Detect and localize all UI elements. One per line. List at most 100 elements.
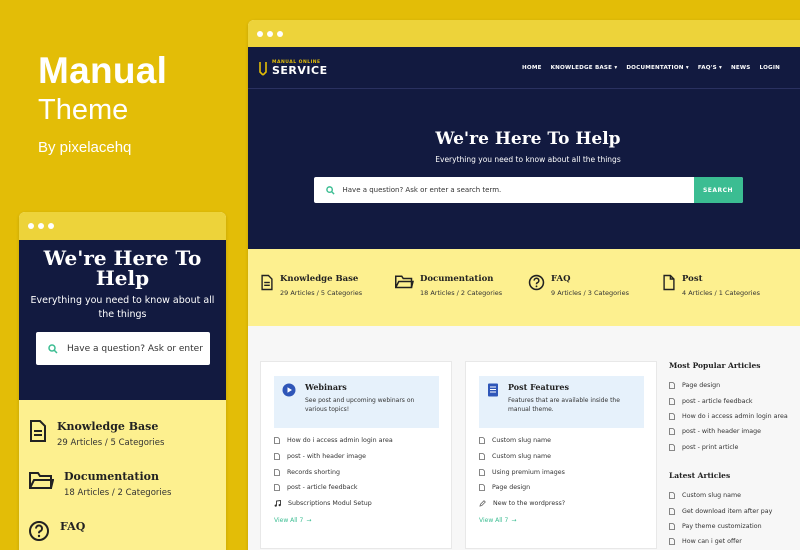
mobile-category-documentation[interactable]: Documentation 18 Articles / 2 Categories [28, 470, 226, 498]
nav-item-login[interactable]: LOGIN [760, 65, 780, 71]
arrow-right-icon: → [306, 517, 312, 525]
card-post-features: Post Features Features that are availabl… [465, 361, 657, 549]
document-icon [274, 468, 280, 476]
mobile-window-bar [19, 212, 226, 240]
list-item[interactable]: post - article feedback [669, 393, 800, 408]
brand-subtitle: Theme [38, 94, 129, 126]
list-item[interactable]: Pay theme customization [669, 519, 800, 534]
latest-articles-heading: Latest Articles [669, 470, 731, 480]
arrow-right-icon: → [511, 517, 517, 525]
category-stats: 29 Articles / 5 Categories [57, 438, 165, 448]
list-item[interactable]: How do i access admin login area [669, 409, 800, 424]
mobile-preview: We're Here To Help Everything you need t… [19, 212, 226, 550]
question-icon [29, 521, 49, 541]
category-title: Knowledge Base [57, 420, 159, 433]
list-item[interactable]: Custom slug name [479, 433, 644, 449]
list-item[interactable]: How can i get offer [669, 534, 800, 549]
category-title: FAQ [60, 520, 86, 533]
view-all-link[interactable]: View All 7 → [274, 517, 439, 524]
card-article-list: Custom slug name Custom slug name Using … [479, 433, 644, 511]
document-icon [669, 492, 675, 500]
category-title: Documentation [64, 470, 160, 483]
document-icon [479, 484, 485, 492]
document-icon [669, 397, 675, 405]
list-item[interactable]: Custom slug name [669, 488, 800, 503]
category-faq[interactable]: FAQ 9 Articles / 3 Categories [528, 274, 662, 326]
list-item[interactable]: How do i access admin login area [274, 433, 439, 449]
list-item[interactable]: Page design [479, 480, 644, 496]
list-item[interactable]: Page design [669, 378, 800, 393]
nav-item-knowledge-base[interactable]: KNOWLEDGE BASE ▾ [551, 65, 618, 71]
list-item[interactable]: post - with header image [274, 449, 439, 465]
search-button[interactable]: SEARCH [693, 177, 743, 203]
document-icon [274, 453, 280, 460]
list-item[interactable]: post - with header image [669, 424, 800, 439]
hero-subtitle: Everything you need to know about all th… [435, 155, 621, 164]
category-stats: 4 Articles / 1 Categories [682, 289, 760, 297]
category-stats: 29 Articles / 5 Categories [280, 289, 363, 297]
mobile-search-input[interactable]: Have a question? Ask or enter [36, 332, 210, 365]
search-input[interactable]: Have a question? Ask or enter a search t… [343, 186, 694, 194]
category-documentation[interactable]: Documentation 18 Articles / 2 Categories [394, 274, 528, 326]
list-item[interactable]: New to the wordpress? [479, 496, 644, 512]
document-icon [669, 523, 675, 530]
window-dot [257, 30, 263, 37]
card-header: Post Features Features that are availabl… [479, 376, 644, 428]
brand-block: Manual Theme By pixelacehq [38, 50, 167, 156]
category-post[interactable]: Post 4 Articles / 1 Categories [662, 274, 796, 326]
window-dot [38, 223, 44, 229]
document-icon [669, 428, 675, 436]
mobile-category-knowledge-base[interactable]: Knowledge Base 29 Articles / 5 Categorie… [28, 420, 226, 448]
list-item[interactable]: Records shorting [274, 464, 439, 480]
document-icon [479, 468, 485, 476]
brand-author: By pixelacehq [38, 139, 132, 156]
mobile-hero-subtitle: Everything you need to know about all th… [30, 295, 215, 320]
category-title: Documentation [420, 274, 494, 284]
mobile-category-faq[interactable]: FAQ [28, 520, 226, 542]
category-stats: 18 Articles / 2 Categories [420, 289, 503, 297]
list-item[interactable]: Custom slug name [479, 449, 644, 465]
book-icon [488, 383, 498, 397]
list-item[interactable]: Subscriptions Modul Setup [274, 496, 439, 512]
nav-item-documentation[interactable]: DOCUMENTATION ▾ [626, 65, 688, 71]
nav-menu: HOME KNOWLEDGE BASE ▾ DOCUMENTATION ▾ FA… [522, 65, 780, 71]
window-dot [28, 223, 34, 229]
card-title[interactable]: Post Features [508, 382, 636, 392]
mobile-search-placeholder: Have a question? Ask or enter [67, 343, 203, 354]
question-icon [528, 274, 545, 291]
document-icon [479, 453, 485, 460]
document-icon [261, 274, 273, 291]
card-article-list: How do i access admin login area post - … [274, 433, 439, 511]
popular-articles-heading: Most Popular Articles [669, 361, 761, 370]
card-description: See post and upcoming webinars on variou… [305, 397, 415, 413]
document-icon [669, 413, 675, 420]
desktop-hero: We're Here To Help Everything you need t… [248, 89, 800, 249]
nav-item-home[interactable]: HOME [522, 65, 542, 71]
list-item[interactable]: post - article feedback [274, 480, 439, 496]
search-bar: Have a question? Ask or enter a search t… [313, 177, 743, 203]
card-title[interactable]: Webinars [305, 382, 431, 392]
category-stats: 9 Articles / 3 Categories [551, 289, 629, 297]
document-icon [479, 437, 485, 445]
card-webinars: Webinars See post and upcoming webinars … [260, 361, 452, 549]
window-dot [277, 30, 283, 37]
card-header: Webinars See post and upcoming webinars … [274, 376, 439, 428]
content-area: Webinars See post and upcoming webinars … [248, 326, 800, 550]
folder-icon [395, 275, 414, 289]
category-title: Post [682, 274, 703, 284]
list-item[interactable]: Using premium images [479, 464, 644, 480]
category-title: Knowledge Base [280, 274, 359, 284]
folder-icon [29, 472, 54, 489]
category-knowledge-base[interactable]: Knowledge Base 29 Articles / 5 Categorie… [260, 274, 394, 326]
site-logo[interactable]: MANUAL ONLINE SERVICE [258, 60, 328, 76]
window-dot [267, 30, 273, 37]
list-item[interactable]: post - print article [669, 440, 800, 455]
nav-item-news[interactable]: NEWS [731, 65, 751, 71]
view-all-link[interactable]: View All 7 → [479, 517, 644, 524]
desktop-window-bar [248, 20, 800, 47]
document-icon [274, 484, 280, 492]
nav-item-faqs[interactable]: FAQ'S ▾ [698, 65, 722, 71]
list-item[interactable]: Get download item after pay [669, 503, 800, 518]
search-icon [325, 185, 335, 195]
window-dot [48, 223, 54, 229]
